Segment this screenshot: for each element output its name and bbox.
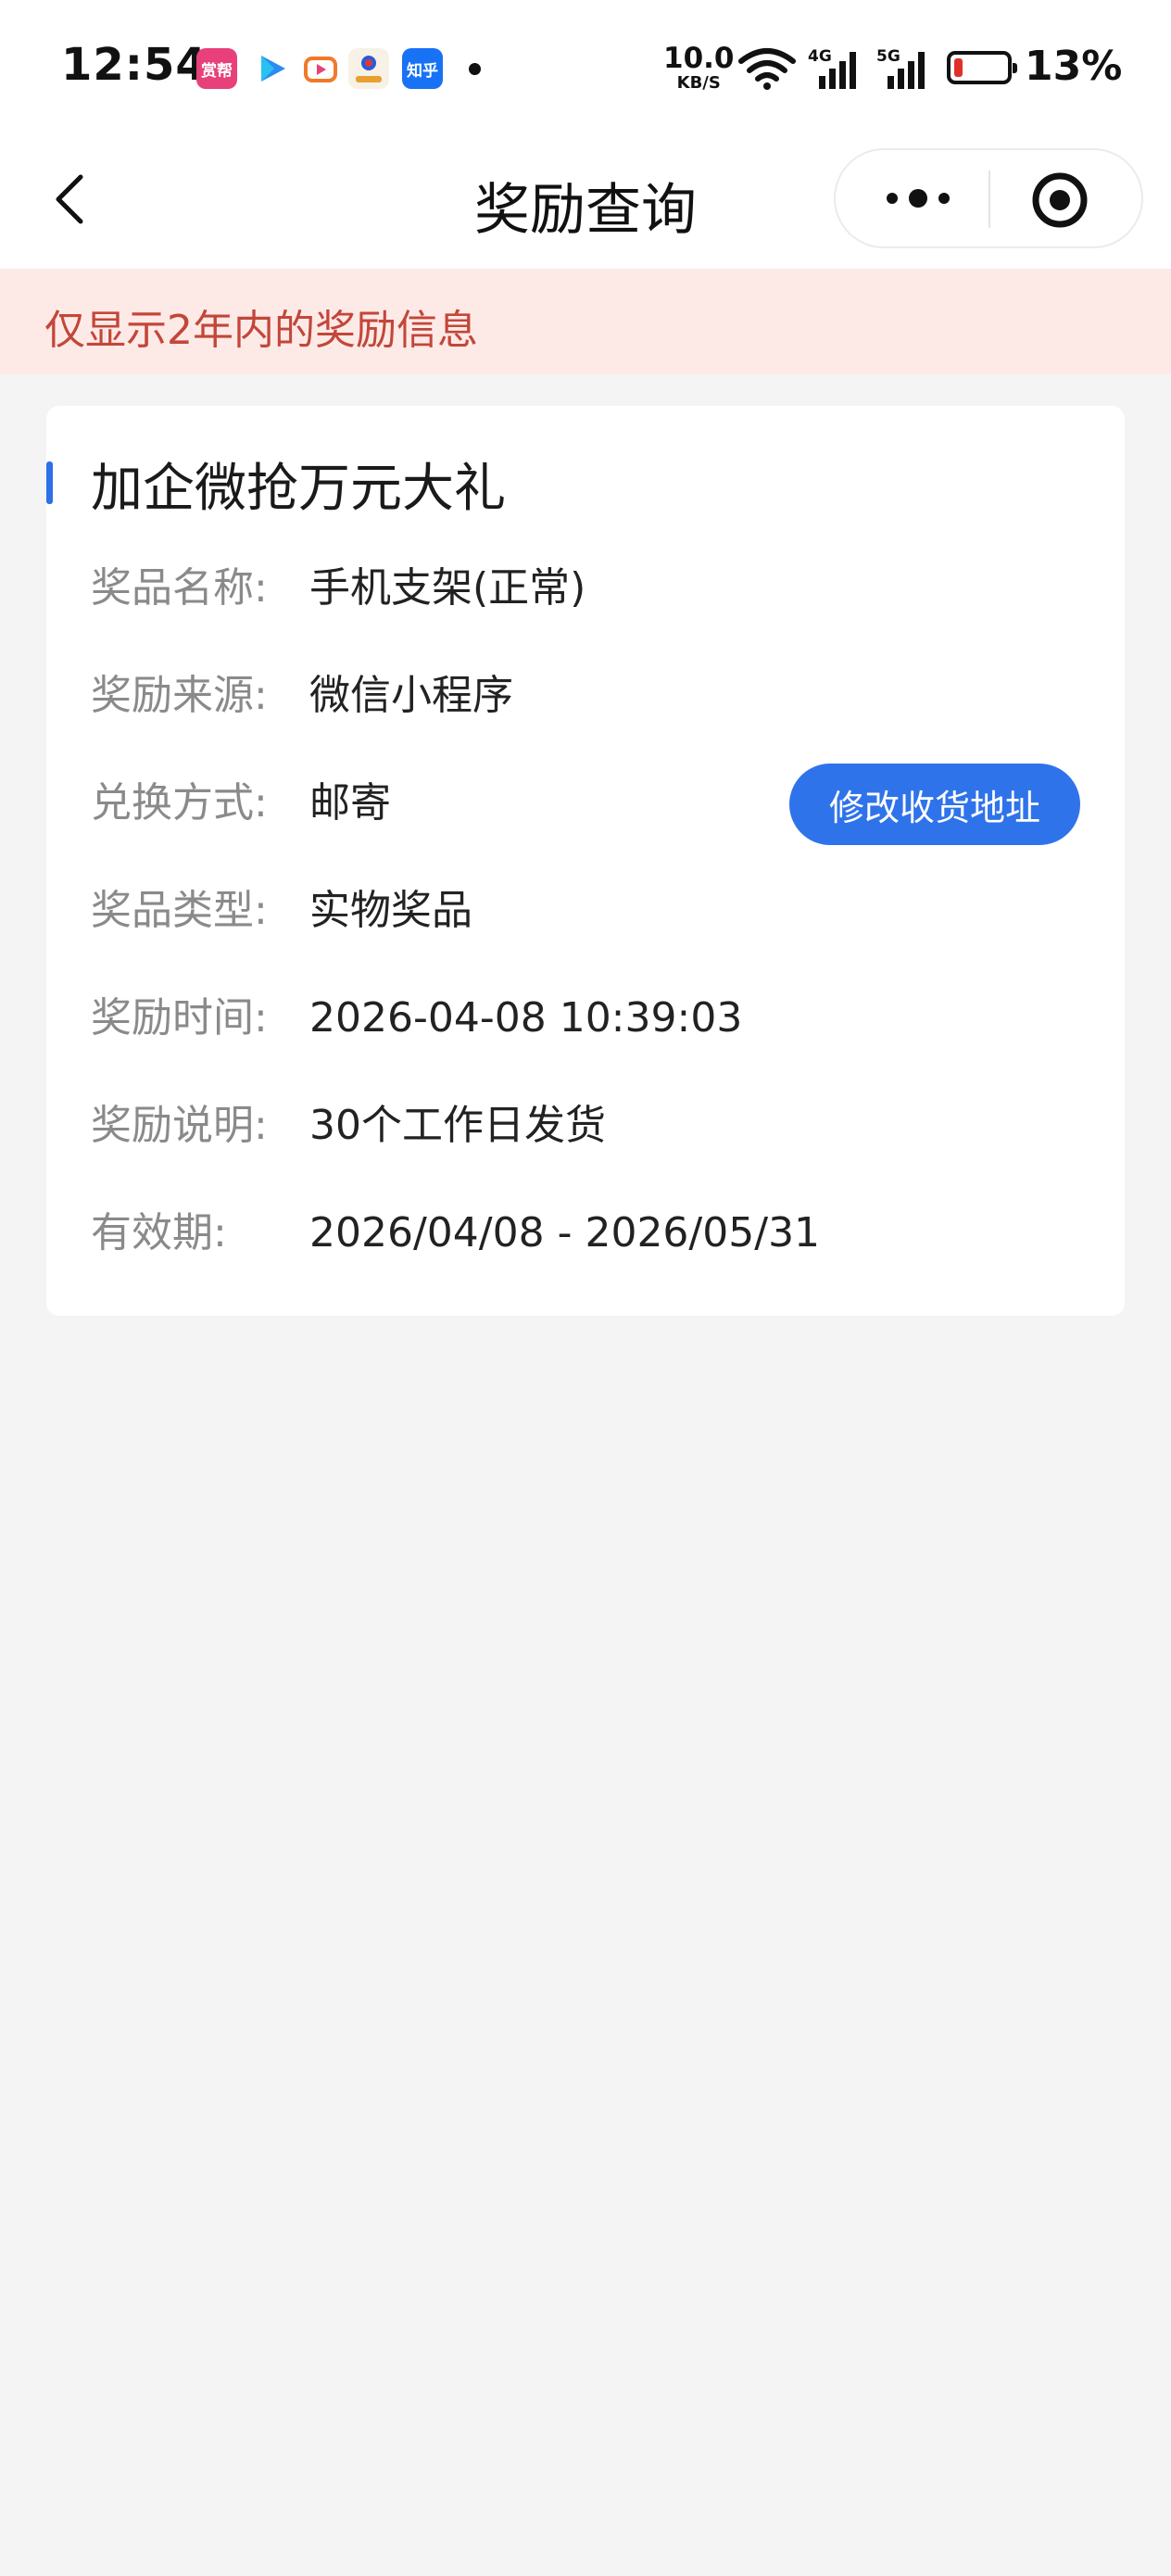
- network-speed-unit: KB/S: [676, 73, 721, 93]
- prize-name-value: 手机支架(正常): [309, 564, 586, 612]
- prize-type-row: 奖品类型: 实物奖品: [91, 878, 1091, 943]
- reward-source-value: 微信小程序: [309, 672, 513, 719]
- more-dots-icon: [887, 189, 950, 208]
- validity-label: 有效期:: [91, 1209, 227, 1256]
- prize-type-value: 实物奖品: [309, 887, 472, 934]
- card-title-accent: [46, 461, 53, 504]
- modify-address-button[interactable]: 修改收货地址: [789, 764, 1080, 845]
- reward-time-label: 奖励时间:: [91, 994, 268, 1042]
- prize-name-row: 奖品名称: 手机支架(正常): [91, 556, 1091, 621]
- network-speed-value: 10.0: [663, 42, 735, 75]
- redeem-method-label: 兑换方式:: [91, 779, 268, 827]
- more-options-button[interactable]: [876, 172, 960, 224]
- close-mini-program-button[interactable]: [1030, 170, 1089, 230]
- prize-name-label: 奖品名称:: [91, 564, 268, 612]
- wifi-icon: [737, 46, 797, 95]
- video-app-icon: [300, 48, 341, 89]
- zhihu-app-icon: 知乎: [402, 48, 443, 89]
- signal-5g-label: 5G: [876, 47, 900, 66]
- reward-card: 加企微抢万元大礼 奖品名称: 手机支架(正常) 奖励来源: 微信小程序 兑换方式…: [46, 406, 1125, 1316]
- signal-4g-label: 4G: [808, 47, 832, 66]
- notice-banner: 仅显示2年内的奖励信息: [0, 269, 1171, 374]
- capsule-divider: [988, 170, 990, 228]
- signal-4g-icon: 4G: [808, 46, 862, 95]
- redeem-method-value: 邮寄: [309, 779, 391, 827]
- prize-type-label: 奖品类型:: [91, 887, 268, 934]
- zhihu-app-label: 知乎: [407, 61, 438, 81]
- reward-note-label: 奖励说明:: [91, 1102, 268, 1149]
- shangbang-app-icon: 赏帮: [196, 48, 237, 89]
- reward-source-label: 奖励来源:: [91, 672, 268, 719]
- signal-5g-icon: 5G: [876, 46, 930, 95]
- network-speed: 10.0 KB/S: [663, 44, 735, 92]
- reward-note-value: 30个工作日发货: [309, 1102, 606, 1149]
- reward-title: 加企微抢万元大礼: [91, 459, 506, 519]
- battery-level: [954, 58, 963, 77]
- reward-time-value: 2026-04-08 10:39:03: [309, 994, 743, 1042]
- reward-time-row: 奖励时间: 2026-04-08 10:39:03: [91, 986, 1091, 1051]
- notice-text: 仅显示2年内的奖励信息: [44, 307, 478, 354]
- navigation-bar: 奖励查询: [0, 139, 1171, 269]
- mini-program-capsule: [834, 148, 1143, 248]
- play-app-icon: [252, 48, 293, 89]
- status-bar: 12:54 赏帮 知乎 10.0 KB/S 4G 5G 13%: [0, 0, 1171, 139]
- target-circle-icon: [1032, 172, 1088, 228]
- shangbang-app-label: 赏帮: [201, 61, 233, 81]
- bank-app-icon: [348, 48, 389, 89]
- more-notifications-dot: [469, 63, 481, 75]
- battery-percent: 13%: [1025, 43, 1123, 90]
- reward-note-row: 奖励说明: 30个工作日发货: [91, 1093, 1091, 1158]
- battery-icon: [947, 51, 1017, 84]
- status-time: 12:54: [61, 39, 208, 91]
- reward-source-row: 奖励来源: 微信小程序: [91, 663, 1091, 728]
- validity-value: 2026/04/08 - 2026/05/31: [309, 1209, 821, 1256]
- validity-row: 有效期: 2026/04/08 - 2026/05/31: [91, 1201, 1091, 1266]
